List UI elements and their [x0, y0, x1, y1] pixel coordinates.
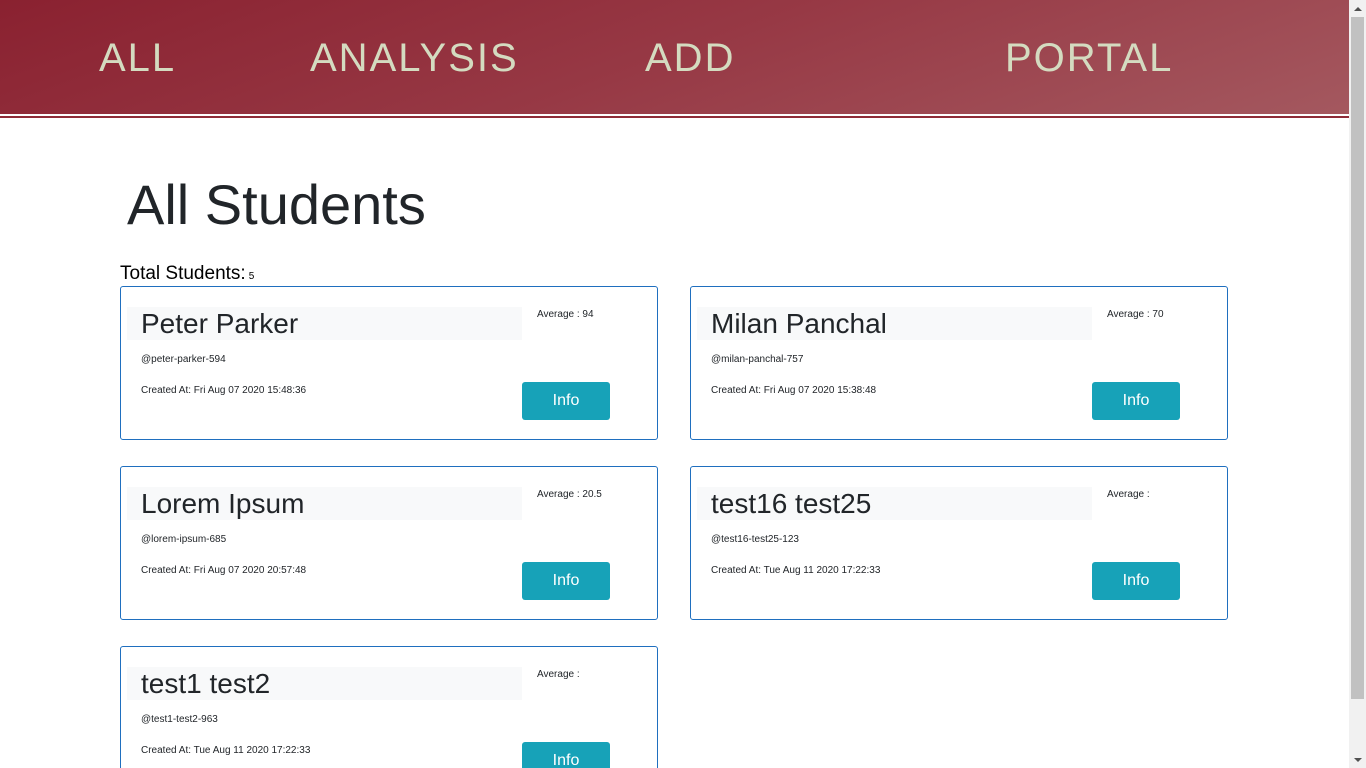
page: ALL ANALYSIS ADD PORTAL All Students Tot… [0, 0, 1349, 768]
student-handle: @test16-test25-123 [711, 534, 799, 545]
student-average: Average : 20.5 [537, 489, 602, 500]
student-handle: @peter-parker-594 [141, 354, 226, 365]
scroll-thumb[interactable] [1351, 17, 1364, 699]
student-name: Lorem Ipsum [141, 488, 305, 519]
student-name-box: test1 test2 [127, 667, 522, 700]
scroll-down-arrow-icon[interactable] [1349, 751, 1366, 768]
student-handle: @milan-panchal-757 [711, 354, 804, 365]
info-button[interactable]: Info [522, 562, 610, 600]
student-card: Milan Panchal Average : 70 @milan-pancha… [690, 286, 1228, 440]
student-name: test16 test25 [711, 488, 872, 519]
student-name-box: Milan Panchal [697, 307, 1092, 340]
top-navbar: ALL ANALYSIS ADD PORTAL [0, 0, 1349, 114]
student-created-at: Created At: Tue Aug 11 2020 17:22:33 [711, 565, 881, 576]
scroll-up-arrow-icon[interactable] [1349, 0, 1366, 17]
student-average: Average : [1107, 489, 1150, 500]
student-created-at: Created At: Tue Aug 11 2020 17:22:33 [141, 745, 311, 756]
student-name-box: test16 test25 [697, 487, 1092, 520]
student-created-at: Created At: Fri Aug 07 2020 15:38:48 [711, 385, 877, 396]
student-name: Peter Parker [141, 308, 299, 339]
nav-portal-link[interactable]: PORTAL [1005, 36, 1173, 80]
total-students-label: Total Students: [120, 263, 246, 284]
student-handle: @lorem-ipsum-685 [141, 534, 227, 545]
student-created-at: Created At: Fri Aug 07 2020 15:48:36 [141, 385, 307, 396]
student-card: test1 test2 Average : @test1-test2-963 C… [120, 646, 658, 768]
student-card: Peter Parker Average : 94 @peter-parker-… [120, 286, 658, 440]
nav-all-link[interactable]: ALL [99, 36, 176, 80]
nav-add-link[interactable]: ADD [645, 36, 735, 80]
student-average: Average : 70 [1107, 309, 1164, 320]
student-name-box: Peter Parker [127, 307, 522, 340]
vertical-scrollbar[interactable] [1349, 0, 1366, 768]
info-button[interactable]: Info [1092, 562, 1180, 600]
student-average: Average : 94 [537, 309, 594, 320]
page-title: All Students [127, 173, 426, 236]
header-divider [0, 116, 1349, 118]
student-handle: @test1-test2-963 [141, 714, 218, 725]
student-name: test1 test2 [141, 668, 271, 699]
total-students-count: 5 [248, 271, 255, 282]
info-button[interactable]: Info [522, 382, 610, 420]
info-button[interactable]: Info [522, 742, 610, 768]
student-average: Average : [537, 669, 580, 680]
student-card: Lorem Ipsum Average : 20.5 @lorem-ipsum-… [120, 466, 658, 620]
student-created-at: Created At: Fri Aug 07 2020 20:57:48 [141, 565, 307, 576]
student-card: test16 test25 Average : @test16-test25-1… [690, 466, 1228, 620]
student-name: Milan Panchal [711, 308, 887, 339]
total-students: Total Students: 5 [120, 263, 254, 288]
student-name-box: Lorem Ipsum [127, 487, 522, 520]
nav-analysis-link[interactable]: ANALYSIS [310, 36, 519, 80]
info-button[interactable]: Info [1092, 382, 1180, 420]
